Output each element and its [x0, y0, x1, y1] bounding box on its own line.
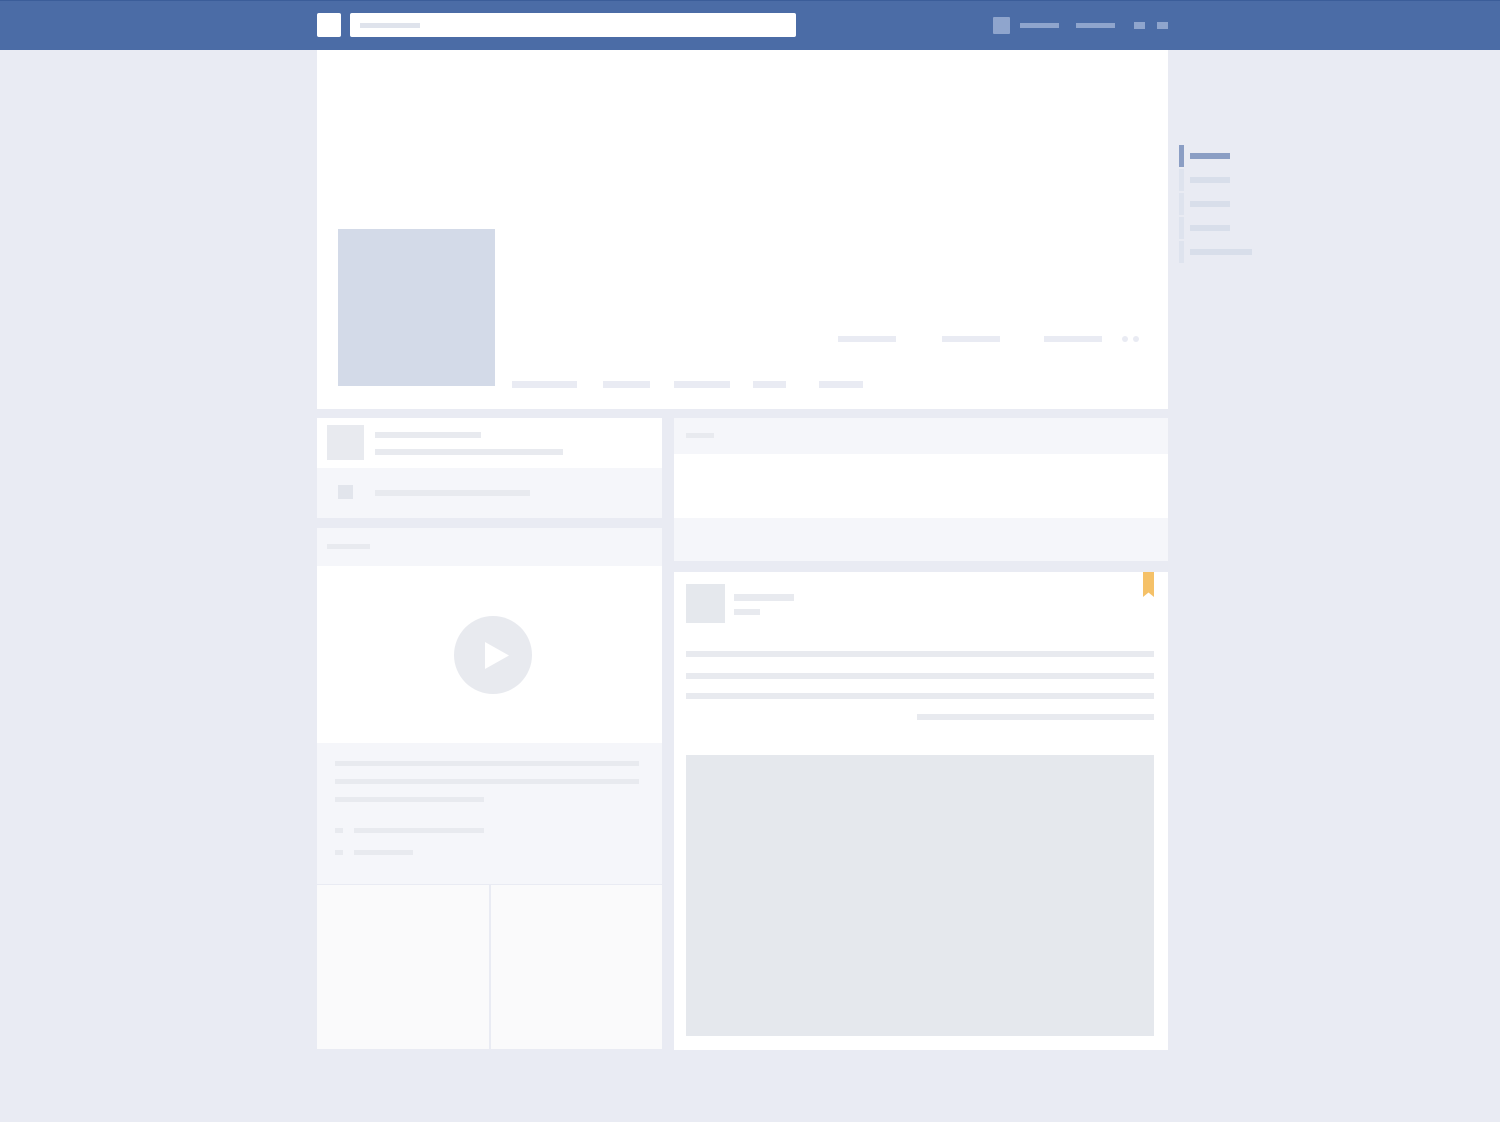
composer-input[interactable] [674, 454, 1168, 518]
cover-stat-tab[interactable] [1044, 336, 1102, 342]
friends-icon[interactable] [1134, 22, 1145, 29]
scrubber-marker[interactable] [1179, 169, 1184, 191]
tab-more[interactable] [819, 381, 863, 388]
notifications-icon[interactable] [1157, 22, 1168, 29]
intro-card [317, 418, 662, 468]
post-text-line [686, 651, 1154, 657]
scrubber-marker[interactable] [1179, 145, 1184, 167]
cover-stat-tab[interactable] [838, 336, 896, 342]
composer-footer [674, 518, 1168, 561]
profile-avatar-thumbnail[interactable] [993, 17, 1010, 34]
intro-row-icon [338, 485, 353, 499]
photo-tile[interactable] [317, 885, 489, 1049]
scrubber-item[interactable] [1190, 177, 1230, 183]
description-line [335, 761, 639, 766]
post-author-avatar[interactable] [686, 584, 725, 623]
more-dot[interactable] [1122, 336, 1128, 342]
scrubber-item[interactable] [1190, 249, 1252, 255]
tab-about[interactable] [603, 381, 650, 388]
scrubber-marker[interactable] [1179, 241, 1184, 263]
scrubber-marker[interactable] [1179, 217, 1184, 239]
post-text-line [686, 693, 1154, 699]
bullet-icon [335, 828, 343, 833]
nav-item-home[interactable] [1076, 23, 1115, 28]
logo[interactable] [317, 13, 341, 37]
intro-subtitle [375, 449, 563, 455]
post-text-line [917, 714, 1154, 720]
search-input[interactable] [350, 13, 796, 37]
nav-item-profile[interactable] [1020, 23, 1059, 28]
tab-friends[interactable] [674, 381, 730, 388]
scrubber-item[interactable] [1190, 153, 1230, 159]
cover-stat-tab[interactable] [942, 336, 1000, 342]
intro-row-text [375, 490, 530, 496]
video-card-title [327, 544, 370, 549]
scrubber-item[interactable] [1190, 225, 1230, 231]
scrubber-item[interactable] [1190, 201, 1230, 207]
intro-thumbnail [327, 425, 364, 460]
description-link[interactable] [354, 828, 484, 833]
tab-photos[interactable] [753, 381, 786, 388]
bullet-icon [335, 850, 343, 855]
search-placeholder [360, 23, 420, 28]
description-link[interactable] [354, 850, 413, 855]
tab-timeline[interactable] [512, 381, 577, 388]
composer-header [674, 418, 1168, 454]
post-image[interactable] [686, 755, 1154, 1036]
intro-title [375, 432, 481, 438]
scrubber-marker[interactable] [1179, 193, 1184, 215]
post-timestamp[interactable] [734, 609, 760, 615]
composer-title [686, 433, 714, 438]
description-line [335, 779, 639, 784]
play-button[interactable] [454, 616, 532, 694]
description-line [335, 797, 484, 802]
photo-tile[interactable] [491, 885, 662, 1049]
post-text-line [686, 673, 1154, 679]
post-author-name[interactable] [734, 594, 794, 601]
play-icon [485, 642, 509, 669]
more-dot[interactable] [1133, 336, 1139, 342]
profile-picture[interactable] [338, 229, 495, 386]
